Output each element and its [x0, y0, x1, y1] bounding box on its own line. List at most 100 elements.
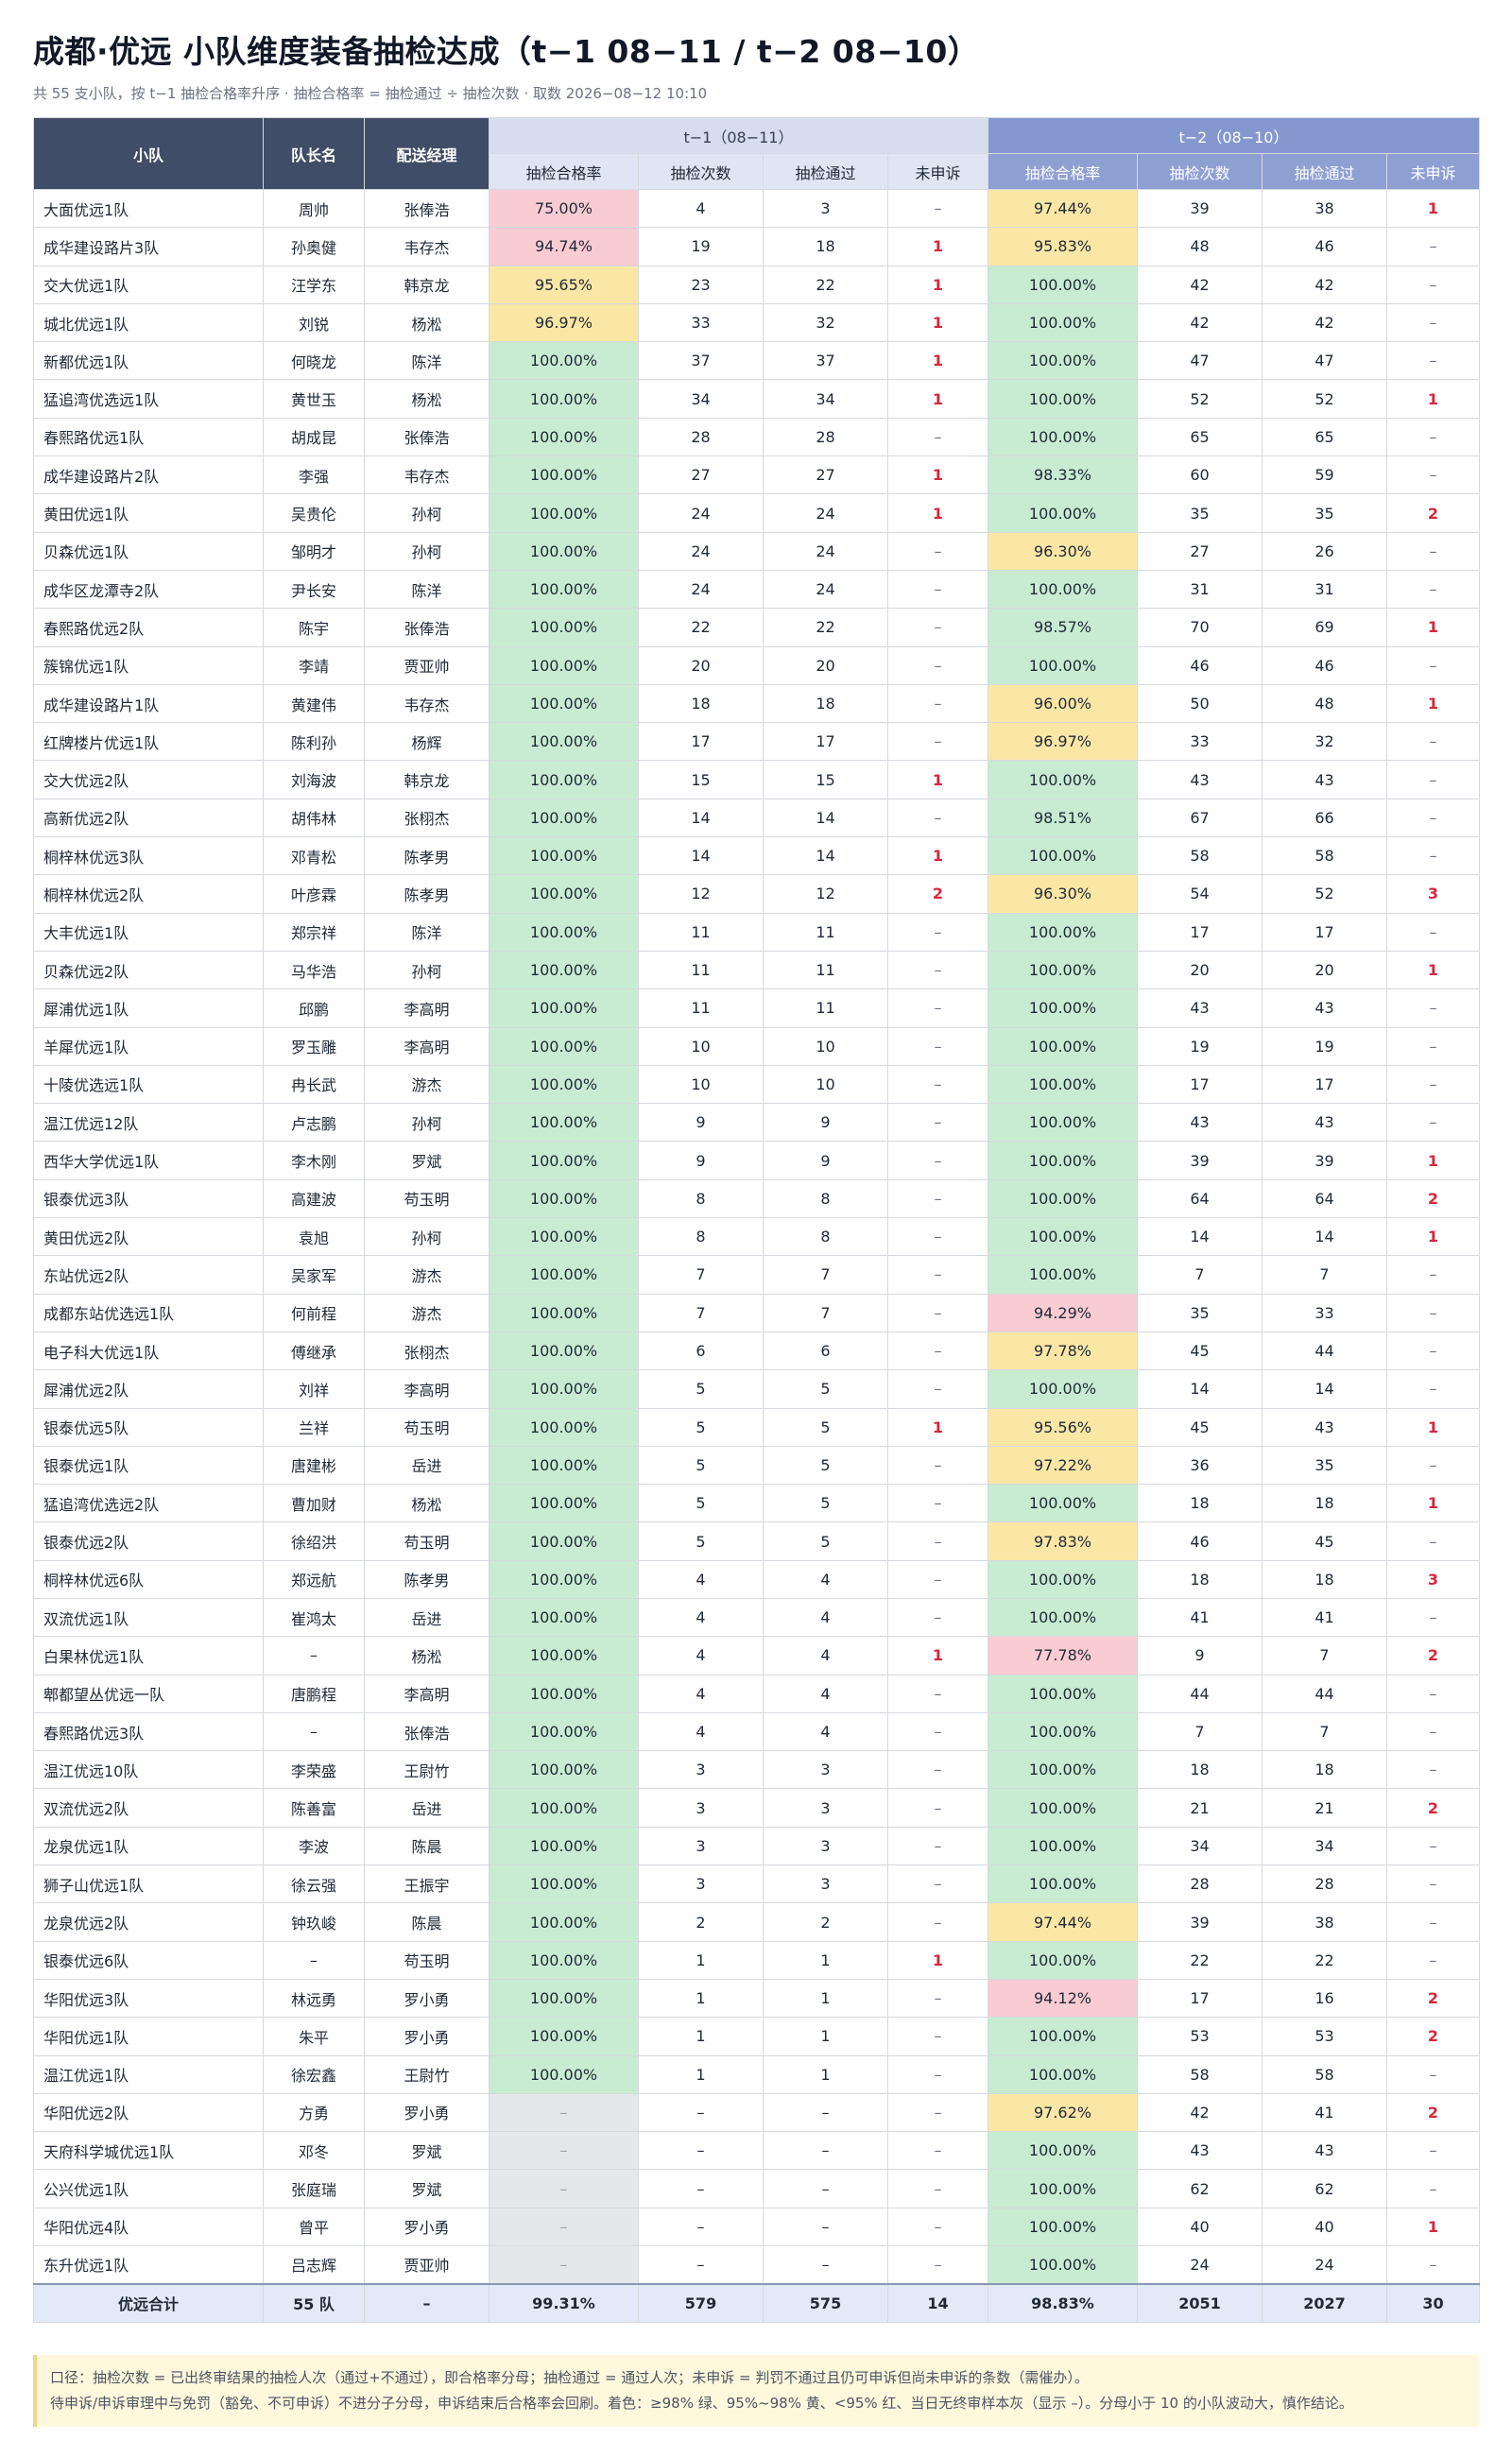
cell-t2-rate: 96.30%: [988, 531, 1138, 571]
cell-t2-count: 43: [1137, 1103, 1263, 1143]
cell-manager: 孙柯: [364, 531, 490, 571]
cell-t1-appeal: –: [887, 2207, 988, 2247]
cell-t1-rate: 100.00%: [489, 455, 639, 495]
cell-manager: 孙柯: [364, 1103, 490, 1143]
cell-t1-rate: –: [489, 2245, 639, 2285]
cell-t1-pass: 3: [763, 1826, 888, 1866]
table-row: 成都东站优选远1队 何前程 游杰 100.00% 7 7–94.29% 35 33–: [33, 1293, 1480, 1332]
cell-t2-count: 17: [1137, 912, 1263, 952]
cell-t2-pass: 24: [1262, 2245, 1387, 2285]
cell-t1-appeal: 1: [887, 227, 988, 266]
table-row: 东站优远2队 吴家军 游杰 100.00% 7 7–100.00% 7 7–: [33, 1255, 1480, 1295]
cell-t1-pass: 5: [763, 1407, 888, 1447]
cell-t1-appeal: 2: [887, 874, 988, 914]
cell-manager: 杨辉: [364, 722, 490, 762]
cell-team-name: 龙泉优远2队: [33, 1902, 264, 1942]
cell-manager: 韦存杰: [364, 455, 490, 495]
cell-team-name: 狮子山优远1队: [33, 1864, 264, 1904]
cell-t1-rate: 96.97%: [489, 302, 639, 343]
cell-t2-pass: 44: [1262, 1331, 1387, 1371]
total-t2-appeal: 30: [1386, 2282, 1480, 2323]
cell-t2-pass: 35: [1262, 493, 1387, 533]
cell-manager: 游杰: [364, 1255, 490, 1295]
cell-t1-pass: 24: [763, 493, 888, 533]
cell-t2-count: 17: [1137, 1978, 1263, 2019]
cell-leader: 冉长武: [263, 1064, 365, 1105]
cell-leader: 钟玖峻: [263, 1902, 365, 1942]
cell-t1-count: 33: [638, 302, 764, 343]
cell-t1-count: 24: [638, 493, 764, 533]
cell-t1-rate: 100.00%: [489, 608, 639, 647]
cell-t2-pass: 26: [1262, 531, 1387, 571]
cell-t2-rate: 100.00%: [988, 760, 1138, 799]
table-row: 交大优远2队 刘海波 韩京龙 100.00% 15 15 1 100.00% 43 43–: [33, 760, 1480, 799]
cell-leader: 卢志鹏: [263, 1103, 365, 1143]
cell-t2-pass: 14: [1262, 1217, 1387, 1257]
cell-t1-count: 12: [638, 874, 764, 914]
cell-t2-rate: 100.00%: [988, 645, 1138, 685]
table-row: 十陵优选远1队 冉长武 游杰 100.00% 10 10–100.00% 17 17–: [33, 1064, 1480, 1105]
cell-team-name: 犀浦优远2队: [33, 1369, 264, 1409]
cell-t1-appeal: 1: [887, 1407, 988, 1447]
cell-t2-appeal: –: [1386, 912, 1480, 952]
cell-t2-rate: 100.00%: [988, 836, 1138, 876]
cell-t1-rate: 100.00%: [489, 874, 639, 914]
cell-manager: 罗小勇: [364, 1978, 490, 2019]
cell-t2-count: 39: [1137, 188, 1263, 229]
cell-t2-rate: 100.00%: [988, 493, 1138, 533]
cell-t2-appeal: –: [1386, 1445, 1480, 1486]
cell-t2-rate: 97.83%: [988, 1521, 1138, 1561]
cell-t1-rate: 100.00%: [489, 1674, 639, 1713]
cell-t1-count: 4: [638, 1636, 764, 1675]
cell-t1-rate: 100.00%: [489, 836, 639, 876]
cell-t1-appeal: 1: [887, 265, 988, 304]
cell-t1-count: 5: [638, 1369, 764, 1409]
cell-t1-pass: 17: [763, 722, 888, 762]
cell-team-name: 大丰优远1队: [33, 912, 264, 952]
total-label: 优远合计: [33, 2282, 264, 2323]
cell-t2-count: 46: [1137, 1521, 1263, 1561]
cell-t2-pass: 32: [1262, 722, 1387, 762]
cell-t1-pass: 18: [763, 227, 888, 266]
cell-team-name: 红牌楼片优远1队: [33, 722, 264, 762]
header-t2-count: 抽检次数: [1137, 153, 1263, 190]
table-row: 银泰优远2队 徐绍洪 苟玉明 100.00% 5 5–97.83% 46 45–: [33, 1521, 1480, 1561]
cell-t2-count: 58: [1137, 2054, 1263, 2094]
cell-t2-count: 58: [1137, 836, 1263, 876]
cell-t1-pass: 1: [763, 2054, 888, 2094]
cell-t2-appeal: –: [1386, 2131, 1480, 2171]
cell-t1-rate: 100.00%: [489, 569, 639, 610]
cell-t1-pass: 5: [763, 1484, 888, 1523]
cell-team-name: 天府科学城优远1队: [33, 2131, 264, 2171]
cell-team-name: 十陵优选远1队: [33, 1064, 264, 1105]
cell-manager: 陈孝男: [364, 836, 490, 876]
cell-t2-appeal: –: [1386, 1864, 1480, 1904]
cell-leader: 朱平: [263, 2017, 365, 2056]
cell-team-name: 交大优远2队: [33, 760, 264, 799]
cell-t2-pass: 43: [1262, 1103, 1387, 1143]
cell-t1-rate: 100.00%: [489, 1940, 639, 1980]
cell-team-name: 银泰优远6队: [33, 1940, 264, 1980]
cell-t1-rate: –: [489, 2207, 639, 2247]
cell-t2-pass: 18: [1262, 1559, 1387, 1599]
cell-t1-count: 4: [638, 1559, 764, 1599]
cell-manager: 苟玉明: [364, 1940, 490, 1980]
cell-t2-count: 33: [1137, 722, 1263, 762]
cell-leader: 徐云强: [263, 1864, 365, 1904]
cell-t1-rate: 100.00%: [489, 531, 639, 571]
cell-t2-appeal: –: [1386, 1902, 1480, 1942]
cell-t2-rate: 100.00%: [988, 341, 1138, 381]
footnote-line-1: 口径：抽检次数 = 已出终审结果的抽检人次（通过+不通过），即合格率分母；抽检通…: [50, 2368, 1089, 2386]
cell-t1-count: 5: [638, 1445, 764, 1486]
cell-t1-pass: 5: [763, 1521, 888, 1561]
cell-t2-count: 24: [1137, 2245, 1263, 2285]
cell-t1-appeal: –: [887, 1597, 988, 1638]
cell-t2-rate: 100.00%: [988, 265, 1138, 304]
cell-t1-pass: 24: [763, 569, 888, 610]
cell-leader: 傅继承: [263, 1331, 365, 1371]
cell-manager: 陈洋: [364, 569, 490, 610]
cell-t1-rate: 100.00%: [489, 950, 639, 990]
cell-manager: 罗小勇: [364, 2017, 490, 2056]
cell-leader: 吕志辉: [263, 2245, 365, 2285]
cell-manager: 张俸浩: [364, 608, 490, 647]
